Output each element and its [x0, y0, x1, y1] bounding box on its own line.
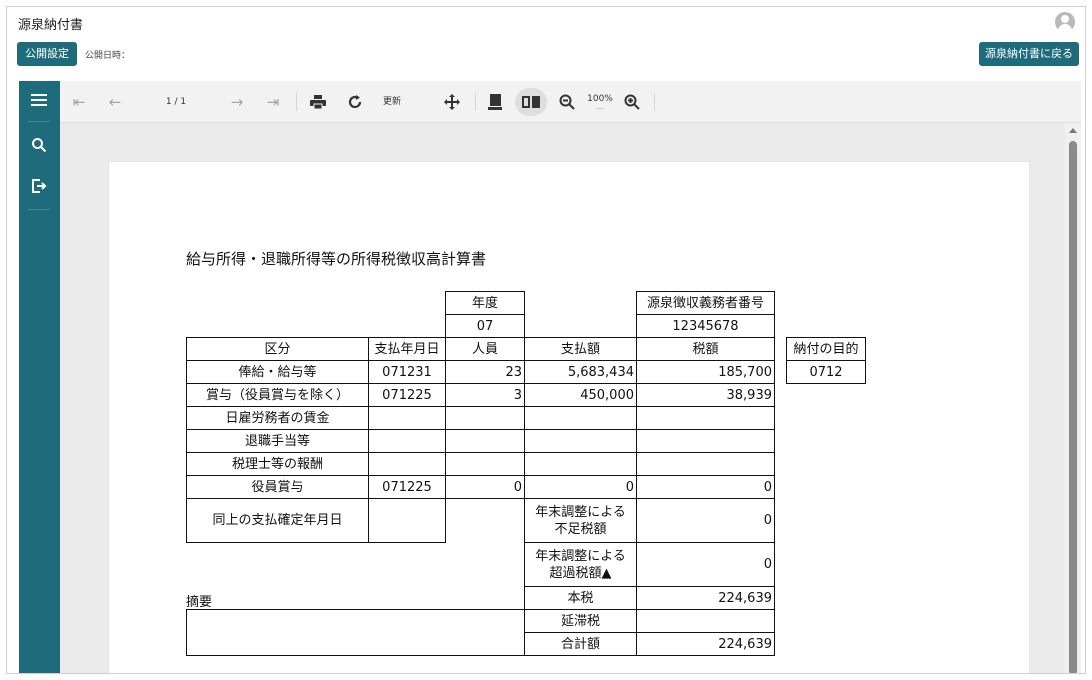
- pdf-viewer: ⇤ ← 1 / 1 → ⇥ 更新 100% ... 給与所得・退職所得等の所得税…: [19, 81, 1081, 673]
- app-window: 源泉納付書 公開設定 公開日時： 源泉納付書に戻る ⇤ ← 1 / 1 → ⇥: [6, 6, 1086, 674]
- publish-date-label: 公開日時：: [85, 51, 131, 61]
- toolbar-divider: [654, 93, 655, 111]
- table-cell-date: [368, 406, 446, 430]
- viewer-toolbar: ⇤ ← 1 / 1 → ⇥ 更新 100% ...: [60, 81, 1081, 123]
- document-page: 給与所得・退職所得等の所得税徴収高計算書 年度 07 源泉徴収義務者番号 123…: [108, 161, 1030, 673]
- app-title: 源泉納付書: [18, 18, 84, 33]
- export-icon[interactable]: [28, 178, 50, 200]
- year-value: 07: [445, 314, 525, 338]
- table-cell-people: [445, 406, 525, 430]
- publish-settings-button[interactable]: 公開設定: [17, 42, 77, 66]
- page-indicator: 1 / 1: [165, 97, 187, 107]
- table-cell-tax: [636, 406, 775, 430]
- sidebar-divider: [28, 209, 50, 210]
- table-cell-people: 23: [445, 360, 525, 384]
- table-cell-amount: [524, 429, 637, 453]
- zoom-in-icon[interactable]: [621, 91, 643, 113]
- pan-move-icon[interactable]: [441, 91, 463, 113]
- shortfall-label-line2: 不足税額: [554, 521, 607, 537]
- zoom-options-indicator[interactable]: ...: [585, 96, 615, 118]
- zoom-out-icon[interactable]: [556, 91, 578, 113]
- table-cell-tax: 38,939: [636, 383, 775, 407]
- shortfall-value: 0: [636, 498, 775, 543]
- confirm-date-label: 同上の支払確定年月日: [186, 498, 369, 543]
- table-cell-category: 税理士等の報酬: [186, 452, 369, 476]
- table-cell-amount: [524, 452, 637, 476]
- table-cell-category: 賞与（役員賞与を除く）: [186, 383, 369, 407]
- table-cell-tax: [636, 429, 775, 453]
- main-tax-label: 本税: [524, 586, 637, 610]
- first-page-icon[interactable]: ⇤: [68, 91, 90, 113]
- table-cell-date: 071225: [368, 475, 446, 499]
- shortfall-label: 年末調整による 不足税額: [524, 498, 637, 543]
- toolbar-divider: [475, 93, 476, 111]
- table-cell-people: 0: [445, 475, 525, 499]
- scroll-up-icon[interactable]: [1069, 128, 1077, 133]
- table-cell-date: [368, 452, 446, 476]
- table-cell-date: 071225: [368, 383, 446, 407]
- sidebar-divider: [28, 121, 50, 122]
- table-cell-amount: [524, 406, 637, 430]
- next-page-icon[interactable]: →: [226, 91, 248, 113]
- excess-value: 0: [636, 542, 775, 587]
- summary-label: 摘要: [186, 595, 213, 610]
- shortfall-label-line1: 年末調整による: [535, 504, 626, 520]
- total-label: 合計額: [524, 632, 637, 656]
- year-header: 年度: [445, 291, 525, 315]
- previous-page-icon[interactable]: ←: [104, 91, 126, 113]
- vertical-scrollbar[interactable]: [1065, 123, 1081, 673]
- table-cell-category: 日雇労務者の賃金: [186, 406, 369, 430]
- document-title: 給与所得・退職所得等の所得税徴収高計算書: [186, 250, 487, 268]
- print-icon[interactable]: [307, 91, 329, 113]
- table-header: 支払年月日: [368, 337, 446, 361]
- table-cell-category: 退職手当等: [186, 429, 369, 453]
- toolbar-divider: [296, 93, 297, 111]
- book-view-icon[interactable]: [520, 91, 542, 113]
- purpose-value: 0712: [786, 360, 866, 384]
- summary-box: [186, 609, 525, 656]
- user-avatar-icon[interactable]: [1055, 12, 1075, 32]
- excess-label-line1: 年末調整による: [535, 548, 626, 564]
- table-cell-amount: 5,683,434: [524, 360, 637, 384]
- table-cell-people: [445, 429, 525, 453]
- late-tax-label: 延滞税: [524, 609, 637, 633]
- table-header: 人員: [445, 337, 525, 361]
- table-cell-category: 俸給・給与等: [186, 360, 369, 384]
- table-header: 支払額: [524, 337, 637, 361]
- refresh-button[interactable]: 更新: [378, 91, 406, 113]
- table-cell-people: 3: [445, 383, 525, 407]
- table-cell-date: [368, 429, 446, 453]
- table-cell-date: 071231: [368, 360, 446, 384]
- total-value: 224,639: [636, 632, 775, 656]
- table-cell-tax: [636, 452, 775, 476]
- menu-icon[interactable]: [28, 91, 50, 113]
- back-to-list-button[interactable]: 源泉納付書に戻る: [979, 42, 1079, 66]
- table-cell-tax: 0: [636, 475, 775, 499]
- table-cell-amount: 0: [524, 475, 637, 499]
- table-cell-category: 役員賞与: [186, 475, 369, 499]
- confirm-date-value: [368, 498, 446, 543]
- scroll-thumb[interactable]: [1069, 141, 1077, 673]
- table-cell-amount: 450,000: [524, 383, 637, 407]
- table-header: 税額: [636, 337, 775, 361]
- table-cell-people: [445, 452, 525, 476]
- search-icon[interactable]: [28, 137, 50, 159]
- table-header: 区分: [186, 337, 369, 361]
- excess-label-line2: 超過税額▲: [549, 565, 612, 581]
- viewer-sidebar: [19, 81, 60, 673]
- main-tax-value: 224,639: [636, 586, 775, 610]
- table-cell-tax: 185,700: [636, 360, 775, 384]
- collector-number-value: 12345678: [636, 314, 775, 338]
- single-page-icon[interactable]: [484, 91, 506, 113]
- last-page-icon[interactable]: ⇥: [262, 91, 284, 113]
- excess-label: 年末調整による 超過税額▲: [524, 542, 637, 587]
- reload-icon[interactable]: [344, 91, 366, 113]
- collector-number-header: 源泉徴収義務者番号: [636, 291, 775, 315]
- purpose-header: 納付の目的: [786, 337, 866, 361]
- late-tax-value: [636, 609, 775, 633]
